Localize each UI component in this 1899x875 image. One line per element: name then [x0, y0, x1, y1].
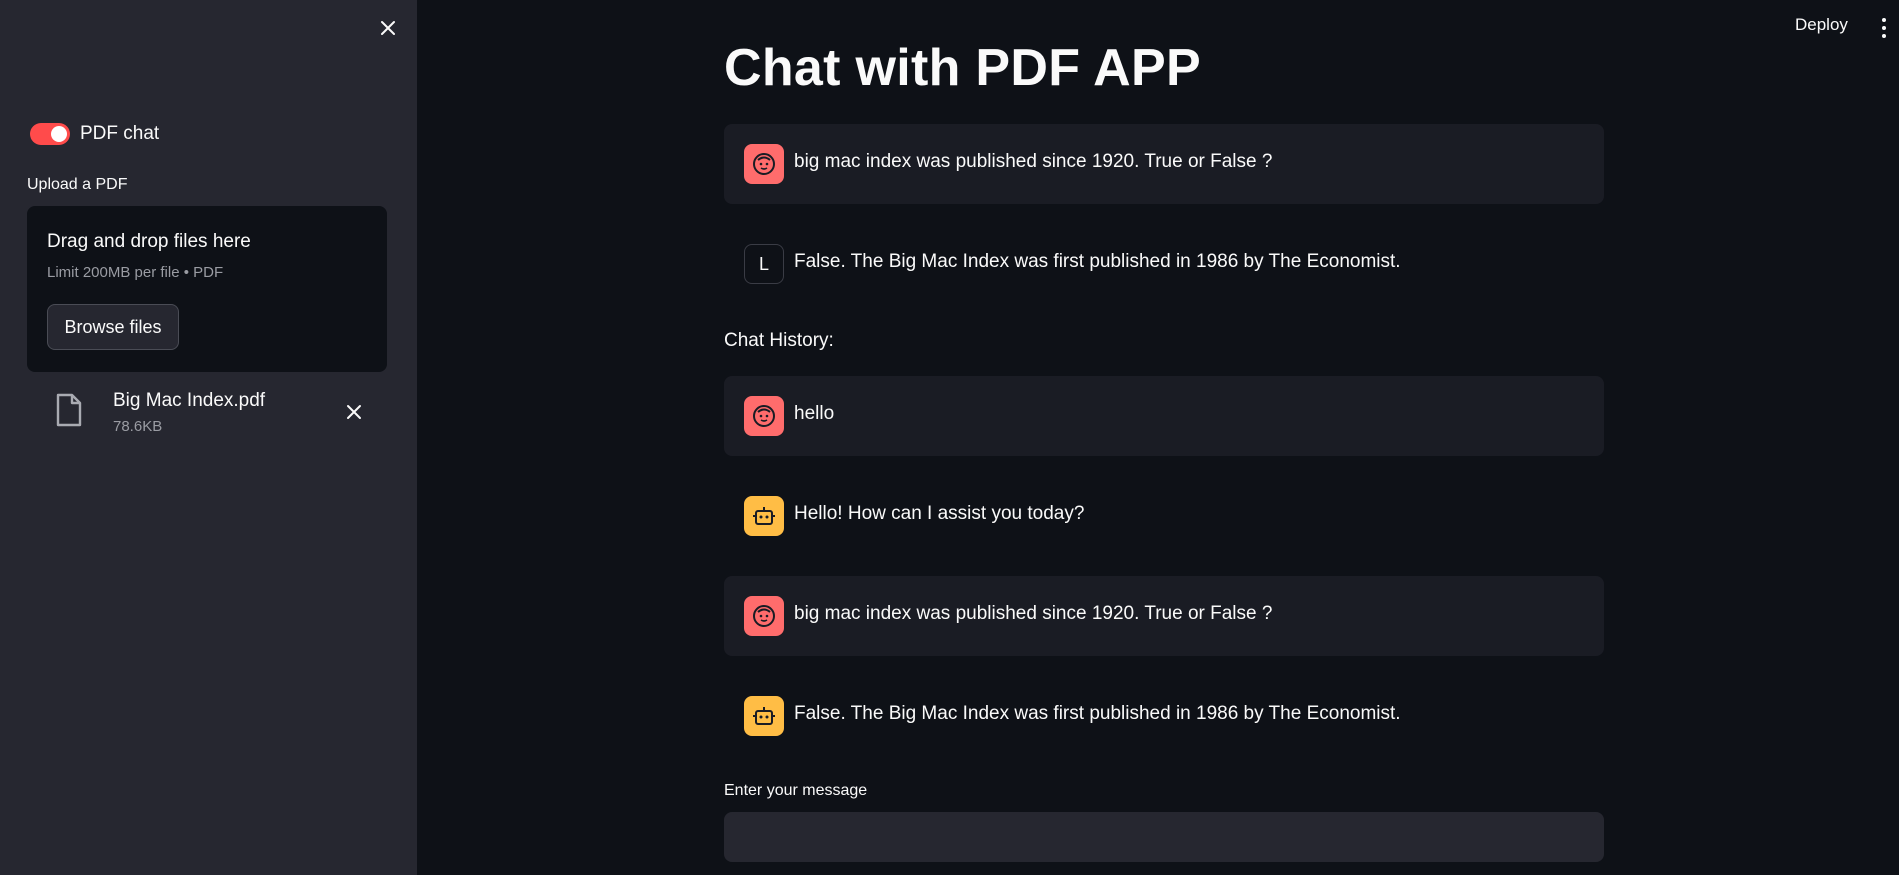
pdf-chat-toggle-row[interactable]: PDF chat [30, 123, 159, 145]
message-text: hello [794, 403, 835, 424]
chat-message-user: big mac index was published since 1920. … [724, 124, 1604, 204]
remove-file-icon[interactable] [343, 401, 365, 423]
assistant-avatar: L [744, 244, 784, 284]
upload-label: Upload a PDF [27, 176, 128, 193]
user-avatar-icon [744, 596, 784, 636]
uploaded-file: Big Mac Index.pdf 78.6KB [27, 385, 387, 445]
message-text: False. The Big Mac Index was first publi… [794, 251, 1401, 272]
main-menu-icon[interactable] [1880, 16, 1888, 40]
history-message-user: big mac index was published since 1920. … [724, 576, 1604, 656]
file-icon [56, 393, 82, 427]
pdf-chat-toggle-label: PDF chat [80, 123, 160, 144]
bot-avatar-icon [744, 496, 784, 536]
message-text: Hello! How can I assist you today? [794, 503, 1085, 524]
close-sidebar-icon[interactable] [376, 16, 400, 40]
user-avatar-icon [744, 144, 784, 184]
chat-history-label: Chat History: [724, 330, 834, 351]
deploy-button[interactable]: Deploy [1795, 15, 1848, 35]
chat-message-assistant: L False. The Big Mac Index was first pub… [724, 224, 1604, 304]
pdf-chat-toggle[interactable] [30, 123, 70, 145]
browse-files-button[interactable]: Browse files [47, 304, 179, 350]
dropzone-title: Drag and drop files here [47, 231, 251, 252]
message-text: big mac index was published since 1920. … [794, 151, 1273, 172]
message-input[interactable] [724, 812, 1604, 862]
history-message-assistant: Hello! How can I assist you today? [724, 476, 1604, 556]
bot-avatar-icon [744, 696, 784, 736]
file-size: 78.6KB [113, 418, 163, 435]
page-title: Chat with PDF APP [724, 39, 1201, 97]
user-avatar-icon [744, 396, 784, 436]
message-input-label: Enter your message [724, 782, 868, 799]
dropzone-limit: Limit 200MB per file • PDF [47, 264, 224, 281]
message-text: False. The Big Mac Index was first publi… [794, 703, 1401, 724]
file-dropzone[interactable]: Drag and drop files here Limit 200MB per… [27, 206, 387, 372]
message-text: big mac index was published since 1920. … [794, 603, 1273, 624]
sidebar: PDF chat Upload a PDF Drag and drop file… [0, 0, 417, 875]
file-name: Big Mac Index.pdf [113, 390, 266, 411]
history-message-user: hello [724, 376, 1604, 456]
history-message-assistant: False. The Big Mac Index was first publi… [724, 676, 1604, 756]
